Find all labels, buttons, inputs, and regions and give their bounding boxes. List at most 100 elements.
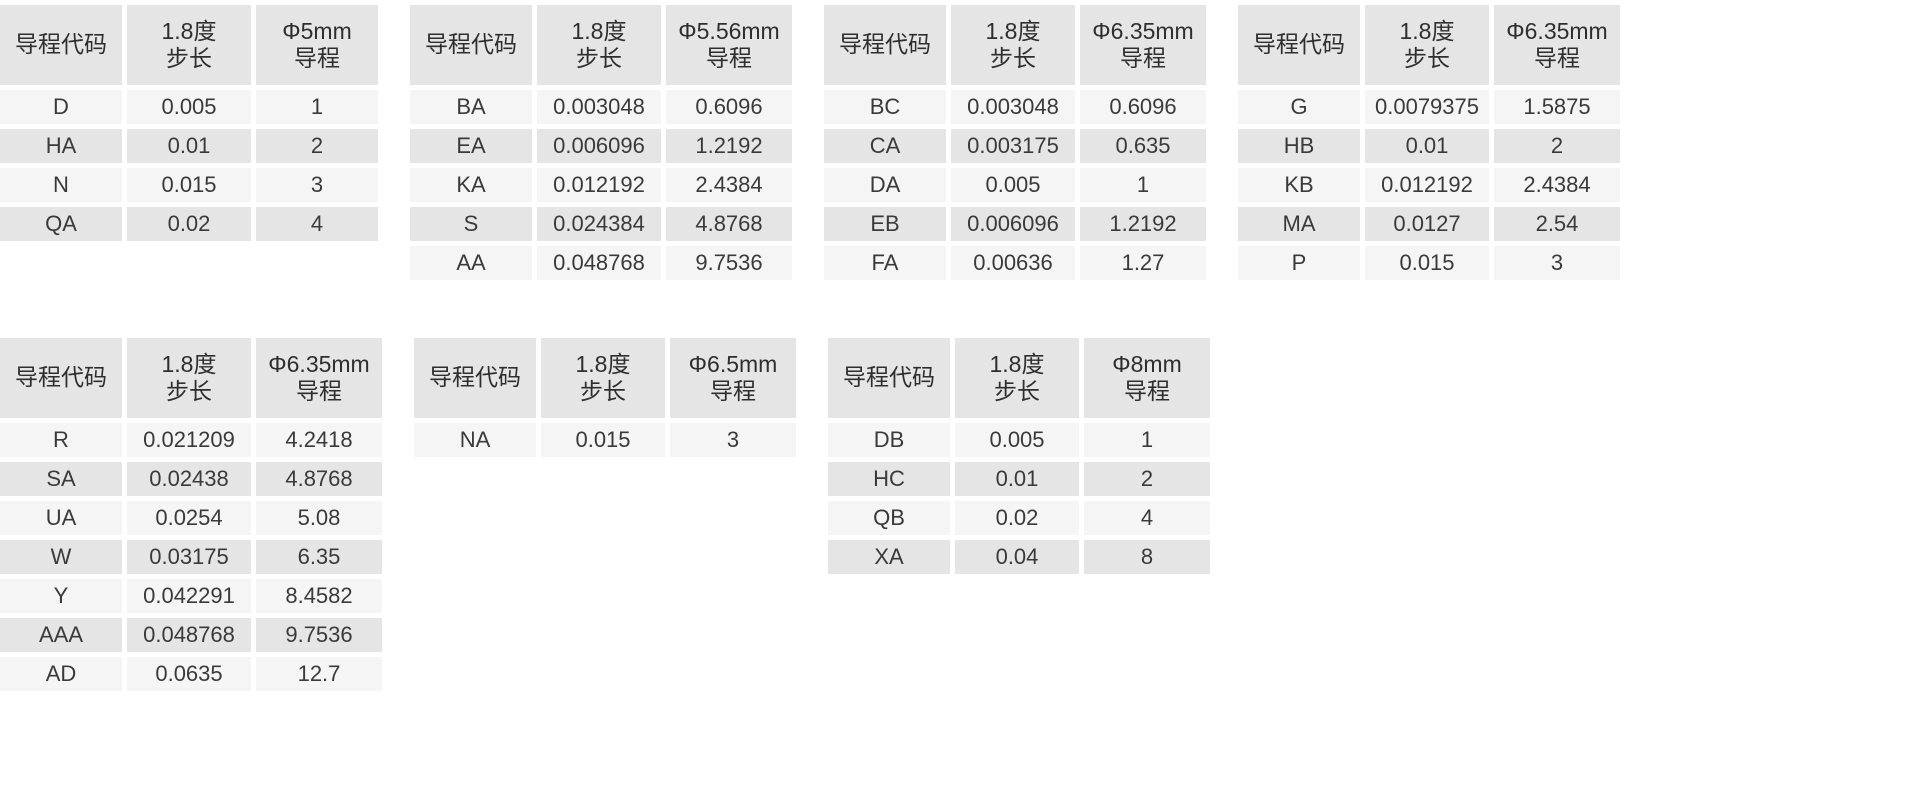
- cell-lead: 1.2192: [1080, 207, 1206, 241]
- cell-code: AAA: [0, 618, 122, 652]
- cell-step: 0.012192: [537, 168, 661, 202]
- cell-step: 0.012192: [1365, 168, 1489, 202]
- table-row: HA 0.01 2: [0, 129, 378, 163]
- lead-table-phi5: 导程代码 1.8度 步长 Φ5mm 导程 D 0.005 1 HA 0.01 2…: [0, 5, 378, 241]
- cell-code: FA: [824, 246, 946, 280]
- header-cell-code: 导程代码: [0, 5, 122, 85]
- table-row: UA 0.0254 5.08: [0, 501, 382, 535]
- table-row: BC 0.003048 0.6096: [824, 90, 1206, 124]
- cell-step: 0.003048: [951, 90, 1075, 124]
- header-cell-step: 1.8度 步长: [955, 338, 1079, 418]
- cell-code: XA: [828, 540, 950, 574]
- cell-step: 0.01: [127, 129, 251, 163]
- header-cell-lead: Φ6.5mm 导程: [670, 338, 796, 418]
- header-cell-step: 1.8度 步长: [951, 5, 1075, 85]
- table-row: W 0.03175 6.35: [0, 540, 382, 574]
- table-header-row: 导程代码 1.8度 步长 Φ8mm 导程: [828, 338, 1210, 418]
- cell-step: 0.015: [1365, 246, 1489, 280]
- header-cell-lead: Φ5.56mm 导程: [666, 5, 792, 85]
- lead-table-phi6p5: 导程代码 1.8度 步长 Φ6.5mm 导程 NA 0.015 3: [414, 338, 796, 457]
- cell-lead: 2.4384: [666, 168, 792, 202]
- cell-lead: 12.7: [256, 657, 382, 691]
- header-cell-lead: Φ5mm 导程: [256, 5, 378, 85]
- cell-lead: 8.4582: [256, 579, 382, 613]
- cell-step: 0.048768: [127, 618, 251, 652]
- header-cell-code: 导程代码: [410, 5, 532, 85]
- header-cell-lead: Φ6.35mm 导程: [1080, 5, 1206, 85]
- cell-step: 0.01: [1365, 129, 1489, 163]
- cell-lead: 2.54: [1494, 207, 1620, 241]
- table-row: EB 0.006096 1.2192: [824, 207, 1206, 241]
- header-cell-step: 1.8度 步长: [541, 338, 665, 418]
- lead-table-phi6p35-c: 导程代码 1.8度 步长 Φ6.35mm 导程 R 0.021209 4.241…: [0, 338, 382, 691]
- cell-step: 0.006096: [951, 207, 1075, 241]
- cell-step: 0.04: [955, 540, 1079, 574]
- cell-lead: 1.5875: [1494, 90, 1620, 124]
- cell-code: W: [0, 540, 122, 574]
- table-row: HC 0.01 2: [828, 462, 1210, 496]
- cell-step: 0.03175: [127, 540, 251, 574]
- cell-lead: 0.6096: [1080, 90, 1206, 124]
- cell-step: 0.005: [127, 90, 251, 124]
- table-row: MA 0.0127 2.54: [1238, 207, 1620, 241]
- cell-code: HA: [0, 129, 122, 163]
- cell-lead: 6.35: [256, 540, 382, 574]
- cell-lead: 9.7536: [256, 618, 382, 652]
- cell-step: 0.0254: [127, 501, 251, 535]
- lead-table-phi6p35-a: 导程代码 1.8度 步长 Φ6.35mm 导程 BC 0.003048 0.60…: [824, 5, 1206, 280]
- cell-step: 0.02438: [127, 462, 251, 496]
- cell-code: MA: [1238, 207, 1360, 241]
- cell-code: N: [0, 168, 122, 202]
- cell-code: G: [1238, 90, 1360, 124]
- cell-step: 0.02: [127, 207, 251, 241]
- table-row: Y 0.042291 8.4582: [0, 579, 382, 613]
- table-row: D 0.005 1: [0, 90, 378, 124]
- cell-code: DB: [828, 423, 950, 457]
- lead-code-reference-page: 导程代码 1.8度 步长 Φ5mm 导程 D 0.005 1 HA 0.01 2…: [0, 0, 1925, 804]
- table-row: NA 0.015 3: [414, 423, 796, 457]
- cell-step: 0.003175: [951, 129, 1075, 163]
- table-row: CA 0.003175 0.635: [824, 129, 1206, 163]
- header-cell-code: 导程代码: [414, 338, 536, 418]
- table-header-row: 导程代码 1.8度 步长 Φ5.56mm 导程: [410, 5, 792, 85]
- table-row: AAA 0.048768 9.7536: [0, 618, 382, 652]
- cell-step: 0.042291: [127, 579, 251, 613]
- table-row: BA 0.003048 0.6096: [410, 90, 792, 124]
- cell-lead: 1: [256, 90, 378, 124]
- cell-lead: 4.2418: [256, 423, 382, 457]
- table-row: S 0.024384 4.8768: [410, 207, 792, 241]
- table-row: SA 0.02438 4.8768: [0, 462, 382, 496]
- cell-step: 0.0079375: [1365, 90, 1489, 124]
- cell-code: EA: [410, 129, 532, 163]
- cell-code: SA: [0, 462, 122, 496]
- cell-step: 0.005: [951, 168, 1075, 202]
- cell-step: 0.021209: [127, 423, 251, 457]
- cell-lead: 4.8768: [666, 207, 792, 241]
- cell-code: AA: [410, 246, 532, 280]
- header-cell-code: 导程代码: [0, 338, 122, 418]
- cell-code: KB: [1238, 168, 1360, 202]
- table-row: KB 0.012192 2.4384: [1238, 168, 1620, 202]
- header-cell-step: 1.8度 步长: [127, 338, 251, 418]
- table-row: N 0.015 3: [0, 168, 378, 202]
- cell-lead: 2: [256, 129, 378, 163]
- cell-code: HB: [1238, 129, 1360, 163]
- header-cell-step: 1.8度 步长: [127, 5, 251, 85]
- header-cell-step: 1.8度 步长: [1365, 5, 1489, 85]
- cell-lead: 3: [1494, 246, 1620, 280]
- cell-step: 0.005: [955, 423, 1079, 457]
- cell-lead: 4.8768: [256, 462, 382, 496]
- cell-step: 0.024384: [537, 207, 661, 241]
- cell-lead: 4: [256, 207, 378, 241]
- table-row: P 0.015 3: [1238, 246, 1620, 280]
- table-row: QA 0.02 4: [0, 207, 378, 241]
- cell-lead: 0.635: [1080, 129, 1206, 163]
- table-row: HB 0.01 2: [1238, 129, 1620, 163]
- cell-code: AD: [0, 657, 122, 691]
- cell-code: QB: [828, 501, 950, 535]
- table-row: DA 0.005 1: [824, 168, 1206, 202]
- header-cell-code: 导程代码: [1238, 5, 1360, 85]
- cell-step: 0.02: [955, 501, 1079, 535]
- cell-code: QA: [0, 207, 122, 241]
- lead-table-phi5p56: 导程代码 1.8度 步长 Φ5.56mm 导程 BA 0.003048 0.60…: [410, 5, 792, 280]
